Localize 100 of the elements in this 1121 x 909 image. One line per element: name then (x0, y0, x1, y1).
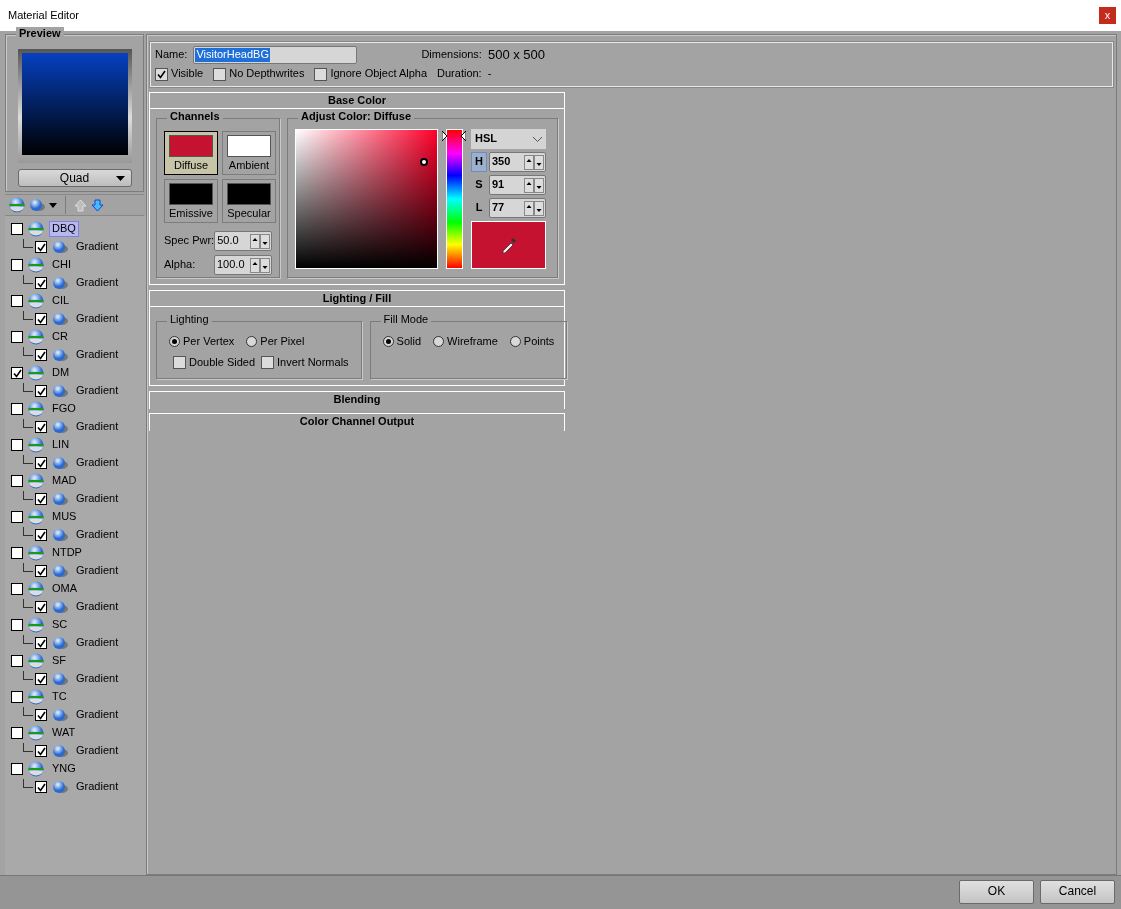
checkbox[interactable] (35, 601, 47, 613)
tree-item[interactable]: Gradient (73, 383, 122, 399)
radio-button[interactable] (169, 336, 180, 348)
checkbox[interactable] (35, 745, 47, 757)
number-field[interactable]: 50.0 (214, 231, 272, 251)
channel-button[interactable]: Diffuse (164, 131, 218, 175)
tree-item[interactable]: Gradient (73, 635, 122, 651)
tree-item[interactable]: CIL (49, 293, 73, 309)
tree-item[interactable]: NTDP (49, 545, 85, 561)
checkbox[interactable] (35, 385, 47, 397)
checkbox[interactable] (11, 295, 23, 307)
checkbox[interactable] (11, 619, 23, 631)
shape-dropdown[interactable]: Quad (17, 169, 132, 187)
radio-button[interactable] (382, 336, 394, 348)
tree-item[interactable]: Gradient (73, 599, 122, 615)
tree-item[interactable]: SF (49, 653, 70, 669)
spinner-arrows[interactable] (524, 154, 545, 170)
radio-button[interactable] (246, 336, 258, 348)
tree-item[interactable]: CR (49, 329, 71, 345)
tree-item[interactable]: SC (49, 617, 71, 633)
sphere-icon[interactable] (9, 197, 25, 213)
tree-item[interactable]: Gradient (73, 311, 122, 327)
checkbox[interactable] (35, 673, 47, 685)
option-label[interactable]: No Depthwrites (229, 67, 305, 81)
option-label[interactable]: Invert Normals (277, 356, 349, 370)
field-label[interactable]: H (471, 152, 487, 172)
hue-marker-icon[interactable] (442, 130, 466, 141)
channel-button[interactable]: Specular (222, 179, 276, 223)
tree-item[interactable]: YNG (49, 761, 79, 777)
section-header[interactable]: Color Channel Output (149, 413, 565, 431)
tree-item[interactable]: MAD (49, 473, 80, 489)
checkbox[interactable] (35, 529, 47, 541)
tree-item[interactable]: FGO (49, 401, 79, 417)
checkbox[interactable] (11, 475, 23, 487)
tree-item[interactable]: Gradient (73, 347, 122, 363)
section-header[interactable]: Base Color (150, 93, 564, 109)
checkbox[interactable] (35, 493, 47, 505)
checkbox[interactable] (11, 367, 23, 379)
channel-button[interactable]: Emissive (164, 179, 218, 223)
option-label[interactable]: Ignore Object Alpha (330, 67, 428, 81)
section-header[interactable]: Lighting / Fill (150, 291, 564, 307)
cancel-button[interactable]: Cancel (1040, 879, 1115, 904)
number-field[interactable]: 91 (489, 175, 546, 195)
spinner-arrows[interactable] (250, 233, 271, 249)
material-ball-icon[interactable] (29, 198, 45, 212)
checkbox[interactable] (314, 67, 328, 81)
checkbox[interactable] (11, 259, 23, 271)
checkbox[interactable] (35, 241, 47, 253)
checkbox[interactable] (11, 439, 23, 451)
radio-label[interactable]: Wireframe (447, 335, 498, 349)
spinner-arrows[interactable] (524, 200, 545, 216)
number-field[interactable]: 350 (489, 152, 546, 172)
color-mode-dropdown[interactable]: HSL (471, 129, 546, 149)
color-picker-handle[interactable] (420, 157, 429, 166)
option-label[interactable]: Visible (171, 67, 204, 81)
checkbox[interactable] (155, 67, 168, 81)
close-button[interactable]: x (1099, 7, 1116, 24)
checkbox[interactable] (11, 727, 23, 739)
checkbox[interactable] (11, 511, 23, 523)
tree-item[interactable]: Gradient (73, 527, 122, 543)
tree-item[interactable]: Gradient (73, 239, 122, 255)
checkbox[interactable] (11, 223, 23, 235)
tree-item[interactable]: MUS (49, 509, 80, 525)
checkbox[interactable] (11, 763, 23, 775)
checkbox[interactable] (11, 403, 23, 415)
checkbox[interactable] (11, 691, 23, 703)
checkbox[interactable] (35, 349, 47, 361)
checkbox[interactable] (35, 781, 47, 793)
checkbox[interactable] (35, 457, 47, 469)
checkbox[interactable] (35, 565, 47, 577)
tree-item[interactable]: DBQ (49, 221, 79, 237)
tree-item[interactable]: LIN (49, 437, 73, 453)
down-arrow-icon[interactable] (91, 198, 104, 212)
spinner-arrows[interactable] (524, 177, 545, 193)
checkbox[interactable] (173, 356, 186, 370)
tree-item[interactable]: Gradient (73, 275, 122, 291)
section-header[interactable]: Blending (149, 391, 565, 409)
tree-item[interactable]: OMA (49, 581, 81, 597)
tree-item[interactable]: Gradient (73, 779, 122, 795)
checkbox[interactable] (11, 331, 23, 343)
checkbox[interactable] (35, 637, 47, 649)
checkbox[interactable] (261, 356, 275, 370)
tree-item[interactable]: DM (49, 365, 73, 381)
checkbox[interactable] (11, 655, 23, 667)
checkbox[interactable] (35, 421, 47, 433)
radio-label[interactable]: Solid (396, 335, 422, 349)
spinner-arrows[interactable] (250, 257, 271, 273)
tree-item[interactable]: TC (49, 689, 70, 705)
tree-item[interactable]: Gradient (73, 743, 122, 759)
field-label[interactable]: L (471, 198, 487, 218)
checkbox[interactable] (11, 583, 23, 595)
number-field[interactable]: 77 (489, 198, 546, 218)
checkbox[interactable] (213, 67, 227, 81)
color-field[interactable] (295, 129, 438, 269)
tree-item[interactable]: Gradient (73, 671, 122, 687)
radio-label[interactable]: Per Vertex (183, 335, 235, 349)
name-field[interactable]: VisitorHeadBG (193, 46, 358, 64)
tree-item[interactable]: Gradient (73, 419, 122, 435)
eyedropper-icon[interactable] (500, 237, 517, 253)
color-swatch[interactable] (471, 221, 546, 269)
